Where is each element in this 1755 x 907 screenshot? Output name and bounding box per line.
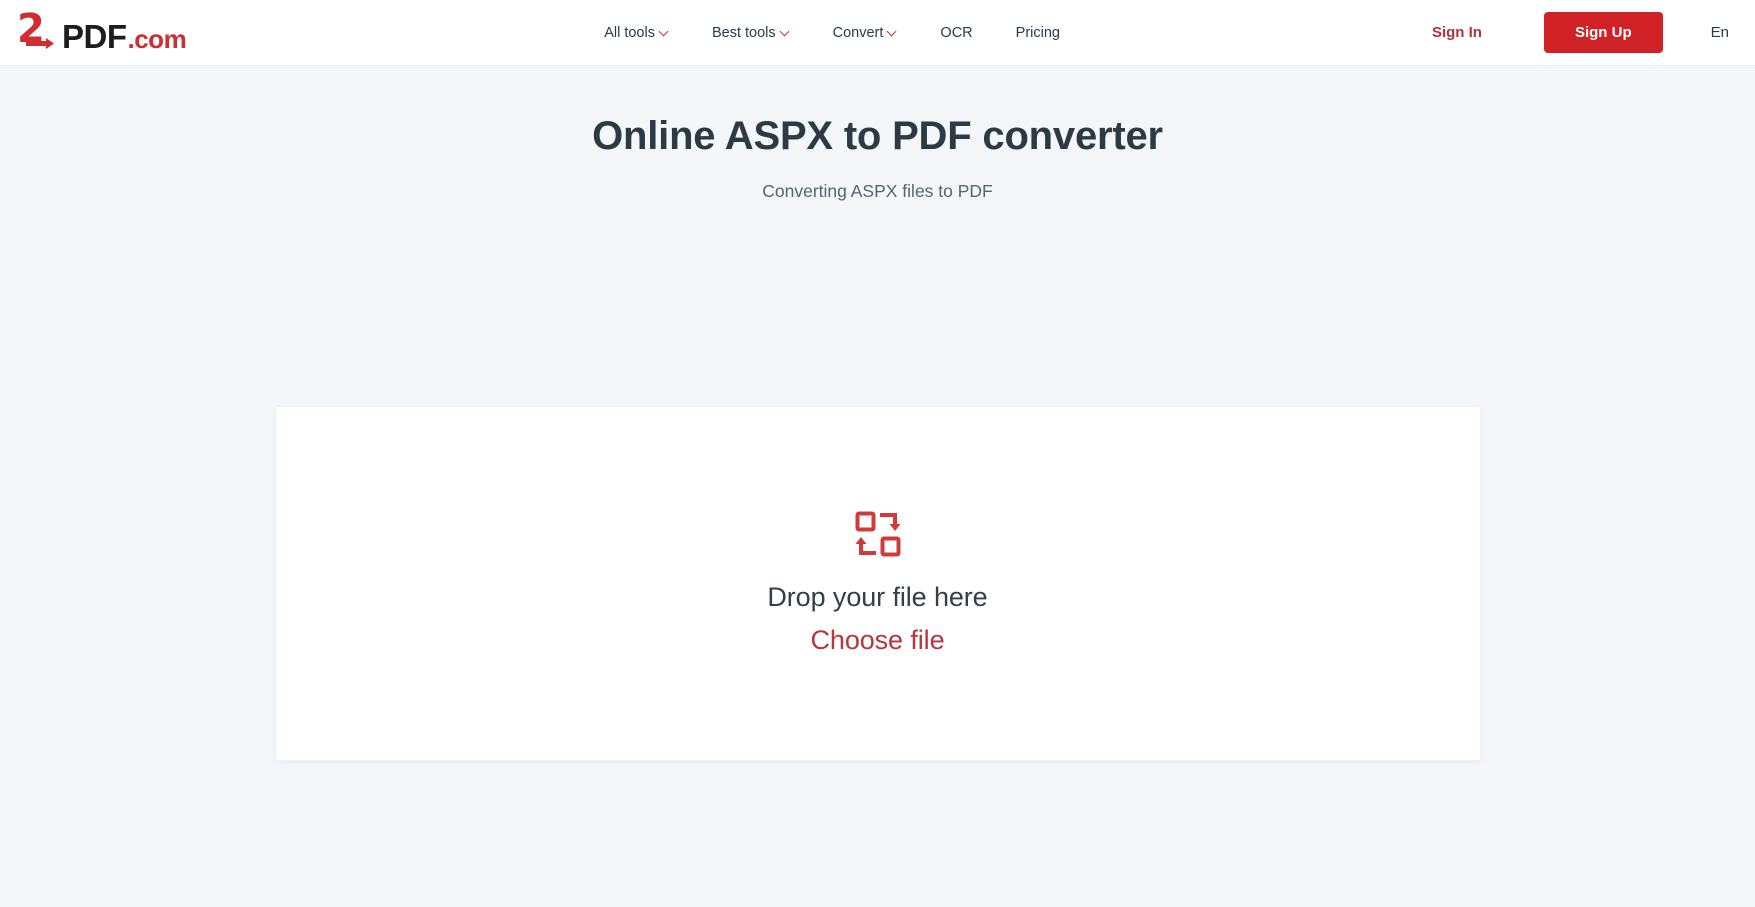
convert-swap-icon [855,511,900,557]
nav-label: All tools [604,24,655,41]
nav-label: Best tools [711,24,776,41]
main-navigation: All tools Best tools Convert OCR Pricing [604,25,1060,41]
nav-item-best-tools[interactable]: Best tools [712,25,790,41]
nav-item-pricing[interactable]: Pricing [1016,25,1060,41]
nav-item-all-tools[interactable]: All tools [604,25,669,41]
logo[interactable]: 2 PDF .com [17,9,187,55]
language-selector[interactable]: En [1711,24,1729,41]
page-subtitle: Converting ASPX files to PDF [762,181,993,201]
dropzone-title: Drop your file here [767,582,988,612]
sign-up-button[interactable]: Sign Up [1543,12,1663,53]
nav-label: Convert [832,24,884,41]
choose-file-link[interactable]: Choose file [811,625,945,656]
sign-in-link[interactable]: Sign In [1432,24,1482,41]
logo-suffix: .com [127,24,187,54]
chevron-down-icon [660,27,669,36]
logo-text: PDF [62,18,127,55]
file-dropzone[interactable]: Drop your file here Choose file [274,406,1481,761]
nav-item-convert[interactable]: Convert [833,25,898,41]
page-title: Online ASPX to PDF converter [592,114,1163,158]
nav-label: OCR [940,24,973,41]
logo-mark: 2 [17,9,54,49]
nav-item-ocr[interactable]: OCR [940,25,972,41]
main-content: Online ASPX to PDF converter Converting … [0,66,1755,907]
header-actions: Sign In Sign Up En [1432,12,1729,53]
arrow-right-icon [26,38,54,49]
nav-label: Pricing [1015,24,1060,41]
chevron-down-icon [781,27,790,36]
chevron-down-icon [888,27,897,36]
site-header: 2 PDF .com All tools Best tools Convert … [0,0,1755,66]
